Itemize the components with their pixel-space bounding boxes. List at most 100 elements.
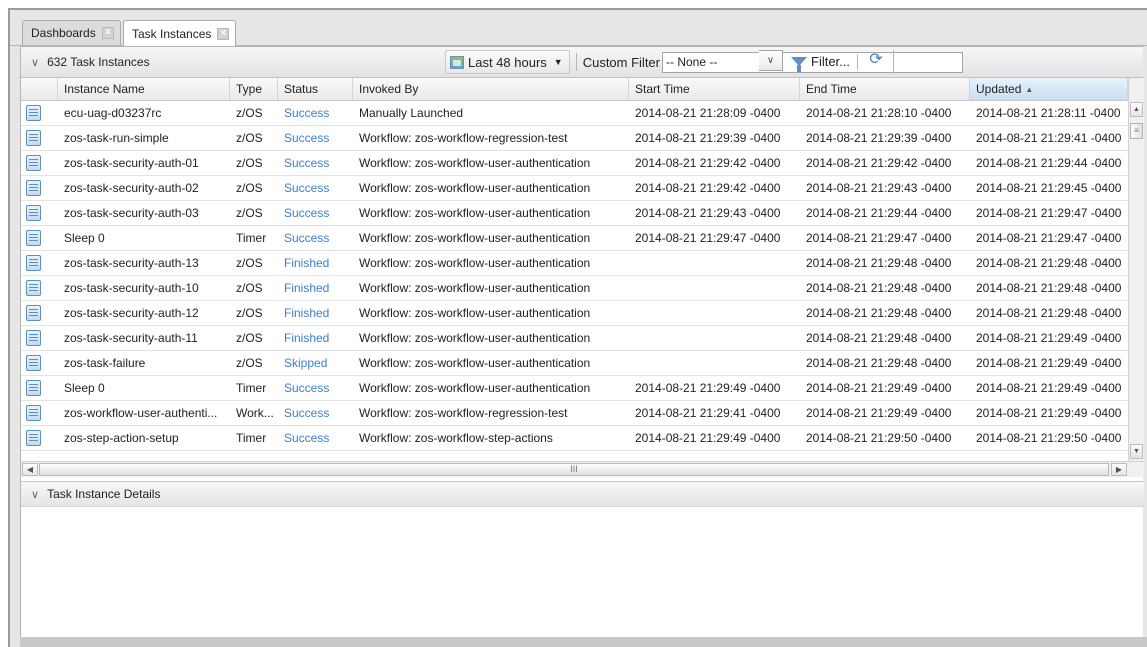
horizontal-scrollbar[interactable]: ◀ III ▶ xyxy=(21,461,1144,477)
header-end-time[interactable]: End Time xyxy=(800,78,970,100)
tab-dashboards[interactable]: Dashboards × xyxy=(22,20,121,45)
table-row[interactable]: zos-task-security-auth-11 z/OS Finished Wor… xyxy=(21,326,1128,351)
close-icon[interactable]: × xyxy=(217,27,230,40)
table-row[interactable]: Sleep 0 Timer Success Workflow: zos-workflo… xyxy=(21,226,1128,251)
table-row[interactable]: zos-task-security-auth-13 z/OS Finished Wor… xyxy=(21,251,1128,276)
grid-body: ecu-uag-d03237rc z/OS Success Manually Laun… xyxy=(21,101,1128,461)
cell-status[interactable]: Success xyxy=(278,201,353,225)
task-instance-icon[interactable] xyxy=(26,180,41,196)
cell-end-time: 2014-08-21 21:29:48 -0400 xyxy=(806,356,952,370)
cell-status[interactable]: Success xyxy=(278,101,353,125)
table-row[interactable]: zos-task-security-auth-03 z/OS Success Work… xyxy=(21,201,1128,226)
chevron-down-icon[interactable]: ∨ xyxy=(31,56,39,69)
cell-status[interactable]: Success xyxy=(278,426,353,450)
chevron-down-icon[interactable]: ∨ xyxy=(31,488,39,501)
cell-updated: 2014-08-21 21:29:41 -0400 xyxy=(976,131,1122,145)
cell-invoked-by: Workflow: zos-workflow-user-authenticati… xyxy=(359,156,591,170)
cell-status[interactable]: Success xyxy=(278,376,353,400)
chevron-down-icon[interactable]: ∨ xyxy=(759,50,783,71)
cell-type: Timer xyxy=(236,381,267,395)
cell-updated: 2014-08-21 21:29:47 -0400 xyxy=(976,231,1122,245)
cell-updated: 2014-08-21 21:29:48 -0400 xyxy=(976,281,1122,295)
cell-status[interactable]: Success xyxy=(278,176,353,200)
header-updated[interactable]: Updated ▲ xyxy=(970,78,1128,100)
cell-status[interactable]: Success xyxy=(278,226,353,250)
cell-updated: 2014-08-21 21:29:45 -0400 xyxy=(976,181,1122,195)
cell-status[interactable]: Finished xyxy=(278,326,353,350)
cell-instance-name: zos-task-security-auth-03 xyxy=(64,206,199,220)
task-instance-icon[interactable] xyxy=(26,205,41,221)
table-row[interactable]: ecu-uag-d03237rc z/OS Success Manually Laun… xyxy=(21,101,1128,126)
filter-button[interactable]: Filter... xyxy=(791,50,850,72)
cell-invoked-by: Workflow: zos-workflow-user-authenticati… xyxy=(359,281,591,295)
toolbar-divider xyxy=(575,53,577,71)
cell-end-time: 2014-08-21 21:29:42 -0400 xyxy=(806,156,952,170)
cell-updated: 2014-08-21 21:29:47 -0400 xyxy=(976,206,1122,220)
task-instance-icon[interactable] xyxy=(26,105,41,121)
cell-invoked-by: Workflow: zos-workflow-user-authenticati… xyxy=(359,256,591,270)
cell-instance-name: zos-task-security-auth-01 xyxy=(64,156,199,170)
task-instance-icon[interactable] xyxy=(26,330,41,346)
task-instance-icon[interactable] xyxy=(26,305,41,321)
cell-start-time: 2014-08-21 21:29:42 -0400 xyxy=(635,156,781,170)
cell-start-time: 2014-08-21 21:29:41 -0400 xyxy=(635,406,781,420)
table-row[interactable]: zos-step-action-setup Timer Success Workflo… xyxy=(21,426,1128,451)
scroll-thumb[interactable]: III xyxy=(39,463,1109,476)
cell-status[interactable]: Finished xyxy=(278,301,353,325)
cell-instance-name: zos-task-security-auth-02 xyxy=(64,181,199,195)
cell-invoked-by: Workflow: zos-workflow-user-authenticati… xyxy=(359,231,591,245)
date-range-button[interactable]: Last 48 hours ▼ xyxy=(445,50,570,74)
close-icon[interactable]: × xyxy=(101,27,114,39)
cell-start-time: 2014-08-21 21:28:09 -0400 xyxy=(635,106,781,120)
table-row[interactable]: zos-task-run-simple z/OS Success Workflow: … xyxy=(21,126,1128,151)
cell-status[interactable]: Finished xyxy=(278,276,353,300)
table-row[interactable]: zos-task-failure z/OS Skipped Workflow: zos… xyxy=(21,351,1128,376)
cell-end-time: 2014-08-21 21:29:43 -0400 xyxy=(806,181,952,195)
header-type[interactable]: Type xyxy=(230,78,278,100)
task-instance-icon[interactable] xyxy=(26,255,41,271)
header-icon-column[interactable] xyxy=(21,78,58,100)
table-row[interactable]: zos-workflow-user-authenti... Work... Succ… xyxy=(21,401,1128,426)
table-row[interactable]: zos-task-security-auth-02 z/OS Success Work… xyxy=(21,176,1128,201)
scroll-down-icon[interactable]: ▼ xyxy=(1130,444,1143,459)
cell-start-time xyxy=(629,326,800,350)
scroll-thumb[interactable]: ≡ xyxy=(1130,123,1143,139)
task-instance-icon[interactable] xyxy=(26,155,41,171)
cell-updated: 2014-08-21 21:29:49 -0400 xyxy=(976,356,1122,370)
table-row[interactable]: zos-task-security-auth-10 z/OS Finished Wor… xyxy=(21,276,1128,301)
task-instance-details-header[interactable]: ∨ Task Instance Details xyxy=(21,481,1144,507)
toolbar-divider xyxy=(857,54,858,70)
table-row[interactable]: zos-task-security-auth-12 z/OS Finished Wor… xyxy=(21,301,1128,326)
header-status[interactable]: Status xyxy=(278,78,353,100)
task-instance-icon[interactable] xyxy=(26,355,41,371)
table-row[interactable]: Sleep 0 Timer Success Workflow: zos-workflo… xyxy=(21,376,1128,401)
vertical-scrollbar[interactable]: ▲ ≡ ▼ xyxy=(1128,78,1144,461)
header-start-time[interactable]: Start Time xyxy=(629,78,800,100)
task-instance-icon[interactable] xyxy=(26,430,41,446)
header-invoked-by[interactable]: Invoked By xyxy=(353,78,629,100)
scroll-right-icon[interactable]: ▶ xyxy=(1111,463,1127,476)
task-instance-icon[interactable] xyxy=(26,280,41,296)
caret-down-icon: ▼ xyxy=(553,57,563,67)
cell-status[interactable]: Finished xyxy=(278,251,353,275)
task-instance-icon[interactable] xyxy=(26,405,41,421)
task-instance-icon[interactable] xyxy=(26,230,41,246)
tab-task-instances[interactable]: Task Instances × xyxy=(123,20,237,46)
cell-instance-name: zos-task-security-auth-11 xyxy=(64,331,198,345)
scroll-up-icon[interactable]: ▲ xyxy=(1130,102,1143,117)
refresh-icon[interactable]: ⟳ xyxy=(867,51,885,69)
table-row[interactable]: zos-task-security-auth-01 z/OS Success Work… xyxy=(21,151,1128,176)
task-instance-icon[interactable] xyxy=(26,380,41,396)
scroll-left-icon[interactable]: ◀ xyxy=(22,463,38,476)
cell-status[interactable]: Success xyxy=(278,151,353,175)
date-range-label: Last 48 hours xyxy=(468,54,547,70)
cell-start-time xyxy=(629,351,800,375)
cell-status[interactable]: Success xyxy=(278,126,353,150)
cell-status[interactable]: Success xyxy=(278,401,353,425)
cell-instance-name: zos-task-failure xyxy=(64,356,146,370)
header-instance-name[interactable]: Instance Name xyxy=(58,78,230,100)
task-instance-icon[interactable] xyxy=(26,130,41,146)
cell-end-time: 2014-08-21 21:29:47 -0400 xyxy=(806,231,952,245)
cell-status[interactable]: Skipped xyxy=(278,351,353,375)
cell-type: z/OS xyxy=(236,256,263,270)
